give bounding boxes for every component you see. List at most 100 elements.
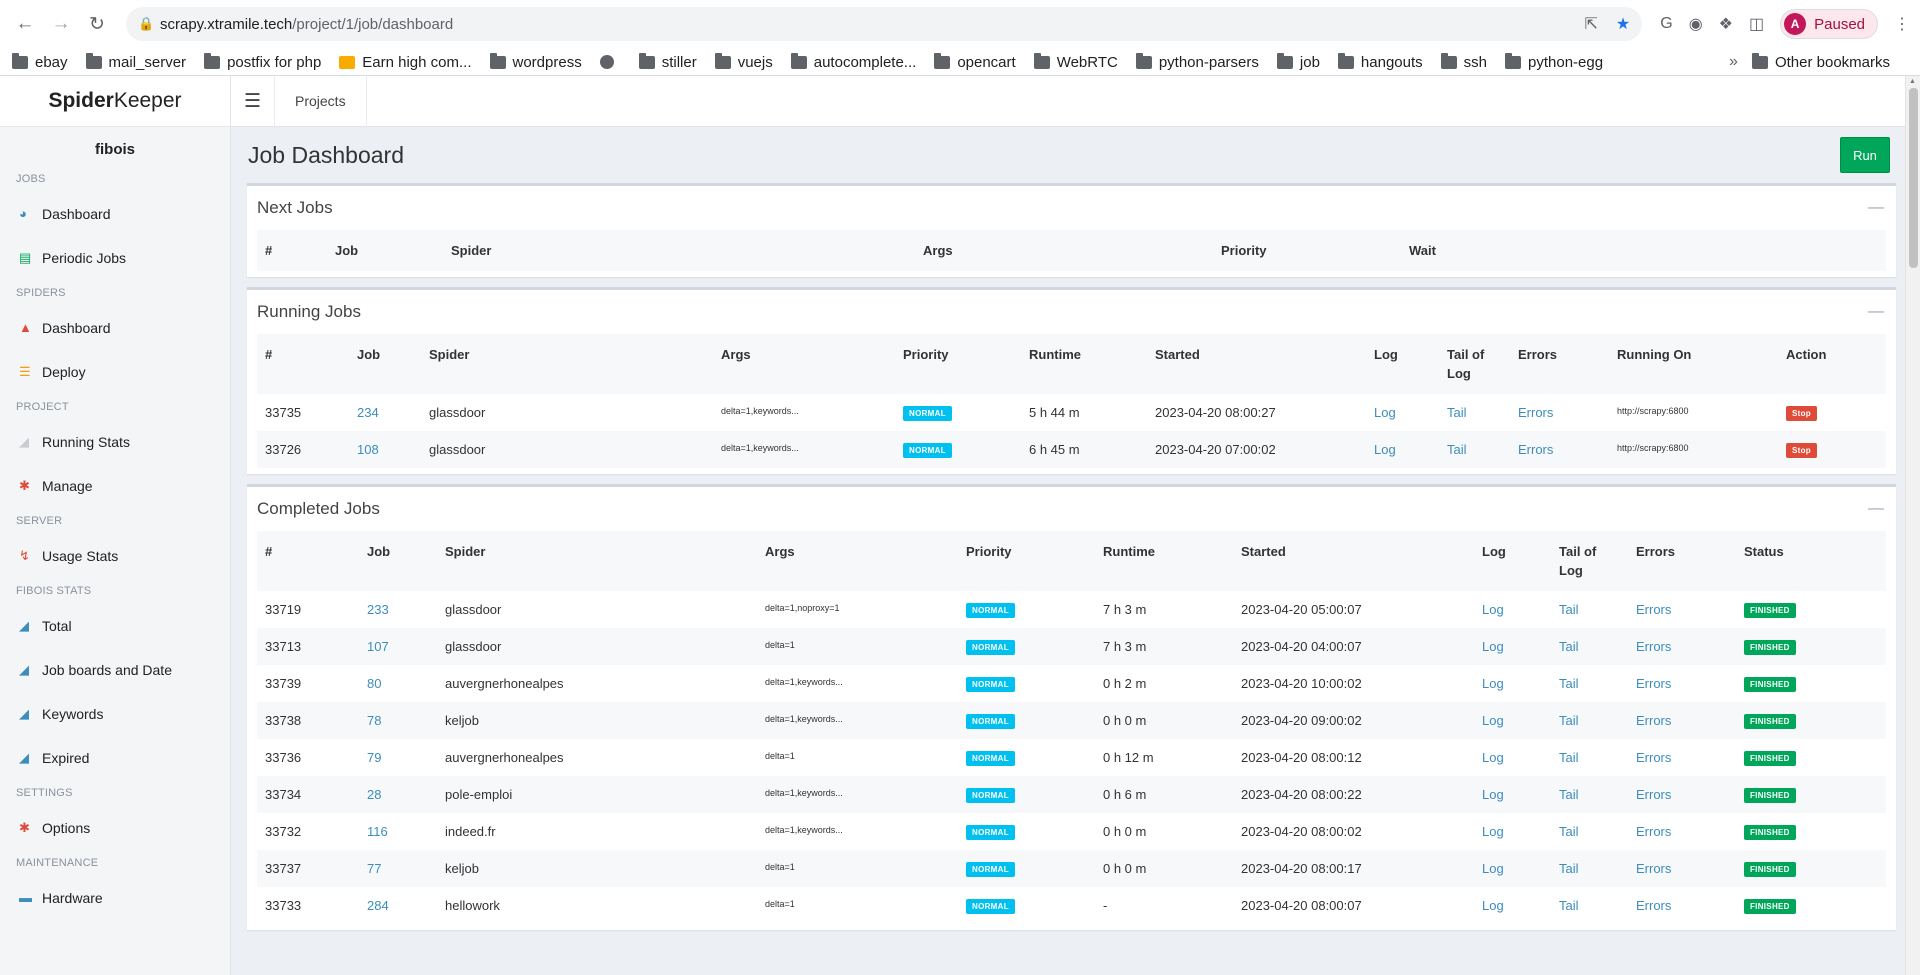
bookmark-item[interactable]: ssh [1440, 52, 1487, 71]
errors-link[interactable]: Errors [1636, 898, 1671, 913]
bookmark-item[interactable]: python-parsers [1135, 52, 1259, 71]
log-link[interactable]: Log [1482, 898, 1504, 913]
sidebar-item-deploy[interactable]: ☰ Deploy [0, 350, 230, 394]
log-link[interactable]: Log [1482, 824, 1504, 839]
log-link[interactable]: Log [1482, 639, 1504, 654]
sidebar-item-total[interactable]: ◢ Total [0, 604, 230, 648]
tail-link[interactable]: Tail [1559, 898, 1579, 913]
tail-link[interactable]: Tail [1559, 861, 1579, 876]
google-extension-icon[interactable]: G [1660, 15, 1672, 33]
collapse-icon[interactable]: — [1868, 199, 1884, 217]
menu-toggle-icon[interactable]: ☰ [231, 76, 275, 127]
job-link[interactable]: 233 [367, 602, 389, 617]
bookmark-item[interactable]: Earn high com... [339, 54, 472, 71]
job-link[interactable]: 108 [357, 442, 379, 457]
stop-button[interactable]: Stop [1786, 443, 1817, 458]
other-bookmarks[interactable]: Other bookmarks [1751, 52, 1890, 71]
errors-link[interactable]: Errors [1518, 442, 1553, 457]
stop-button[interactable]: Stop [1786, 406, 1817, 421]
log-link[interactable]: Log [1482, 787, 1504, 802]
extensions-puzzle-icon[interactable]: ❖ [1719, 14, 1733, 34]
job-link[interactable]: 78 [367, 713, 381, 728]
bookmark-item[interactable] [599, 55, 621, 69]
sidebar-item-job-boards-and-date[interactable]: ◢ Job boards and Date [0, 648, 230, 692]
job-link[interactable]: 77 [367, 861, 381, 876]
run-button[interactable]: Run [1840, 137, 1890, 173]
tail-link[interactable]: Tail [1447, 442, 1467, 457]
errors-link[interactable]: Errors [1518, 405, 1553, 420]
errors-link[interactable]: Errors [1636, 824, 1671, 839]
side-panel-icon[interactable]: ◫ [1749, 14, 1764, 34]
browser-menu-icon[interactable]: ⋮ [1894, 14, 1910, 34]
sidebar-item-usage-stats[interactable]: ↯ Usage Stats [0, 534, 230, 578]
job-link[interactable]: 284 [367, 898, 389, 913]
sidebar-item-dashboard[interactable]: ◕ Dashboard [0, 192, 230, 236]
back-icon[interactable]: ← [10, 9, 40, 39]
sidebar-item-hardware[interactable]: ▬ Hardware [0, 876, 230, 920]
errors-link[interactable]: Errors [1636, 676, 1671, 691]
log-link[interactable]: Log [1374, 442, 1396, 457]
bookmark-item[interactable]: vuejs [714, 52, 773, 71]
tail-link[interactable]: Tail [1559, 824, 1579, 839]
scroll-thumb[interactable] [1909, 88, 1918, 268]
log-link[interactable]: Log [1482, 602, 1504, 617]
bookmark-item[interactable]: wordpress [489, 52, 582, 71]
errors-link[interactable]: Errors [1636, 639, 1671, 654]
bookmark-item[interactable]: mail_server [85, 52, 186, 71]
tail-link[interactable]: Tail [1559, 713, 1579, 728]
projects-nav-link[interactable]: Projects [275, 76, 367, 127]
bookmark-item[interactable]: WebRTC [1033, 52, 1118, 71]
log-link[interactable]: Log [1482, 750, 1504, 765]
share-icon[interactable]: ⇱ [1584, 14, 1597, 34]
bookmark-item[interactable]: ebay [12, 52, 68, 71]
sidebar-item-running-stats[interactable]: ◢ Running Stats [0, 420, 230, 464]
log-link[interactable]: Log [1482, 676, 1504, 691]
log-link[interactable]: Log [1374, 405, 1396, 420]
bookmark-item[interactable]: autocomplete... [790, 52, 916, 71]
reload-icon[interactable]: ↻ [82, 9, 112, 39]
sidebar-item-periodic-jobs[interactable]: ▤ Periodic Jobs [0, 236, 230, 280]
more-bookmarks-icon[interactable]: » [1729, 53, 1738, 71]
errors-link[interactable]: Errors [1636, 787, 1671, 802]
collapse-icon[interactable]: — [1868, 303, 1884, 321]
job-link[interactable]: 79 [367, 750, 381, 765]
sidebar-item-dashboard[interactable]: ▲ Dashboard [0, 306, 230, 350]
errors-link[interactable]: Errors [1636, 713, 1671, 728]
job-link[interactable]: 80 [367, 676, 381, 691]
job-link[interactable]: 116 [367, 824, 388, 839]
log-link[interactable]: Log [1482, 861, 1504, 876]
errors-link[interactable]: Errors [1636, 602, 1671, 617]
tail-link[interactable]: Tail [1447, 405, 1467, 420]
tail-link[interactable]: Tail [1559, 676, 1579, 691]
bookmark-item[interactable]: stiller [638, 52, 697, 71]
sidebar-item-manage[interactable]: ✱ Manage [0, 464, 230, 508]
job-link[interactable]: 28 [367, 787, 381, 802]
errors-link[interactable]: Errors [1636, 861, 1671, 876]
bookmark-item[interactable]: opencart [934, 52, 1016, 71]
log-link[interactable]: Log [1482, 713, 1504, 728]
errors-link[interactable]: Errors [1636, 750, 1671, 765]
page-scrollbar[interactable]: ▲ [1905, 76, 1920, 975]
profile-button[interactable]: A Paused [1780, 9, 1878, 39]
scroll-up-icon[interactable]: ▲ [1909, 78, 1916, 85]
sidebar-item-expired[interactable]: ◢ Expired [0, 736, 230, 780]
tail-link[interactable]: Tail [1559, 602, 1579, 617]
extension-circle-icon[interactable]: ◉ [1689, 14, 1703, 34]
bookmark-item[interactable]: job [1276, 52, 1320, 71]
job-link[interactable]: 107 [367, 639, 389, 654]
forward-icon[interactable]: → [46, 9, 76, 39]
tail-link[interactable]: Tail [1559, 750, 1579, 765]
collapse-icon[interactable]: — [1868, 500, 1884, 518]
bookmark-item[interactable]: python-egg [1505, 52, 1603, 71]
bookmark-star-icon[interactable]: ★ [1616, 14, 1630, 34]
logo[interactable]: Spider Keeper [0, 76, 230, 127]
tail-link[interactable]: Tail [1559, 787, 1579, 802]
sidebar-item-options[interactable]: ✱ Options [0, 806, 230, 850]
sidebar-item-keywords[interactable]: ◢ Keywords [0, 692, 230, 736]
address-bar[interactable]: 🔒 scrapy.xtramile.tech/project/1/job/das… [126, 7, 1643, 41]
job-link[interactable]: 234 [357, 405, 379, 420]
bookmark-item[interactable]: hangouts [1337, 52, 1423, 71]
bookmark-item[interactable]: postfix for php [204, 52, 321, 71]
job-args: delta=1 [765, 751, 795, 761]
tail-link[interactable]: Tail [1559, 639, 1579, 654]
